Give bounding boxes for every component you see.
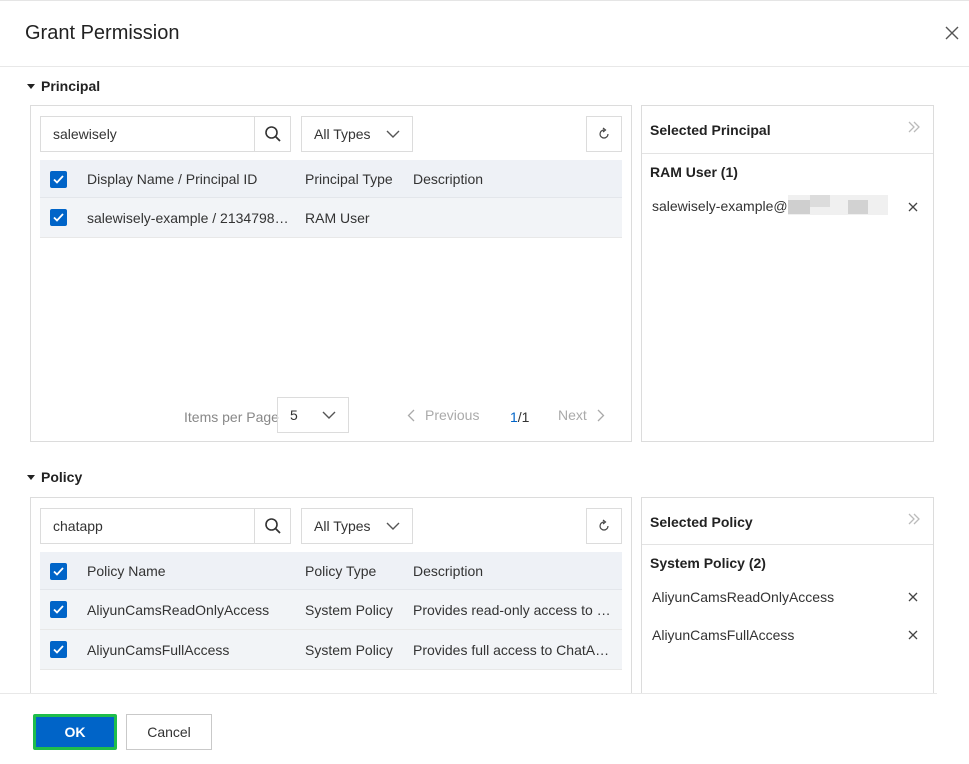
chevron-right-icon — [597, 409, 605, 421]
redacted-block — [810, 195, 830, 207]
row-checkbox[interactable] — [50, 209, 67, 226]
policy-name: AliyunCamsFullAccess — [87, 642, 230, 658]
selected-policy-group: System Policy (2) — [650, 555, 766, 571]
policy-section-toggle[interactable]: Policy — [27, 469, 82, 485]
refresh-icon — [599, 127, 609, 139]
selected-policy-title: Selected Policy — [650, 514, 753, 530]
cancel-button[interactable]: Cancel — [126, 714, 212, 750]
items-per-page-label: Items per Page — [184, 409, 279, 425]
principal-search: salewisely — [40, 116, 291, 152]
redacted-block — [788, 200, 810, 214]
policy-search: chatapp — [40, 508, 291, 544]
close-icon[interactable] — [940, 21, 964, 45]
table-row[interactable]: AliyunCamsFullAccess System Policy Provi… — [40, 630, 622, 670]
principal-type-value: All Types — [314, 126, 371, 142]
policy-section-title: Policy — [41, 469, 83, 485]
check-icon — [53, 645, 64, 654]
select-all-checkbox[interactable] — [50, 563, 67, 580]
dialog-footer: OK Cancel — [0, 693, 937, 764]
policy-type-select[interactable]: All Types — [301, 508, 413, 544]
policy-search-input[interactable]: chatapp — [41, 509, 254, 543]
policy-description: Provides read-only access to Ch… — [413, 602, 618, 618]
selected-principal-group: RAM User (1) — [650, 164, 738, 180]
column-header: Policy Name — [87, 563, 166, 579]
check-icon — [53, 213, 64, 222]
current-page: 1 — [510, 409, 518, 425]
principal-type-select[interactable]: All Types — [301, 116, 413, 152]
policy-search-button[interactable] — [254, 509, 290, 543]
double-chevron-right-icon[interactable] — [907, 120, 921, 134]
previous-label: Previous — [425, 407, 480, 423]
items-per-page-select[interactable]: 5 — [277, 397, 349, 433]
dialog-title: Grant Permission — [25, 22, 180, 44]
remove-icon[interactable] — [907, 629, 919, 641]
column-header: Description — [413, 563, 484, 579]
total-pages: /1 — [517, 409, 530, 425]
dialog-header: Grant Permission — [0, 1, 969, 67]
policy-type: System Policy — [305, 602, 393, 618]
selected-policy-item: AliyunCamsFullAccess — [652, 627, 795, 643]
selected-policy-header: Selected Policy — [642, 498, 933, 545]
column-header: Description — [413, 171, 484, 187]
selected-principal-panel: Selected Principal RAM User (1) salewise… — [641, 105, 934, 442]
principal-search-input[interactable]: salewisely — [41, 117, 254, 151]
caret-down-icon — [27, 474, 35, 480]
principal-list-panel: salewisely All Types Display Name / Prin… — [30, 105, 632, 442]
policy-description: Provides full access to ChatAPP … — [413, 642, 618, 658]
policy-type: System Policy — [305, 642, 393, 658]
check-icon — [53, 567, 64, 576]
remove-icon[interactable] — [907, 591, 919, 603]
selected-policy-item: AliyunCamsReadOnlyAccess — [652, 589, 835, 605]
column-header: Display Name / Principal ID — [87, 171, 258, 187]
policy-refresh-button[interactable] — [586, 508, 622, 544]
principal-refresh-button[interactable] — [586, 116, 622, 152]
page-indicator: 1/1 — [510, 409, 529, 425]
principal-search-button[interactable] — [254, 117, 290, 151]
grant-permission-dialog: Grant Permission Principal salewisely Al… — [0, 0, 969, 764]
table-row[interactable]: salewisely-example / 21347988… RAM User — [40, 198, 622, 238]
chevron-down-icon — [386, 130, 400, 138]
next-page-button[interactable]: Next — [558, 407, 605, 423]
next-label: Next — [558, 407, 587, 423]
principal-name: salewisely-example / 21347988… — [87, 210, 292, 226]
chevron-down-icon — [322, 411, 336, 419]
items-per-page-value: 5 — [290, 407, 298, 423]
row-checkbox[interactable] — [50, 601, 67, 618]
column-header: Policy Type — [305, 563, 377, 579]
table-row[interactable]: AliyunCamsReadOnlyAccess System Policy P… — [40, 590, 622, 630]
principal-section-toggle[interactable]: Principal — [27, 78, 100, 94]
principal-type: RAM User — [305, 210, 370, 226]
selected-principal-title: Selected Principal — [650, 122, 771, 138]
chevron-left-icon — [407, 409, 415, 421]
check-icon — [53, 605, 64, 614]
chevron-down-icon — [386, 522, 400, 530]
search-icon — [264, 518, 281, 534]
column-header: Principal Type — [305, 171, 393, 187]
select-all-checkbox[interactable] — [50, 171, 67, 188]
policy-table: Policy Name Policy Type Description Aliy… — [40, 552, 622, 670]
table-header-row: Policy Name Policy Type Description — [40, 552, 622, 590]
refresh-icon — [599, 519, 609, 531]
policy-type-value: All Types — [314, 518, 371, 534]
check-icon — [53, 175, 64, 184]
policy-list-panel: chatapp All Types Policy Name Policy Typ… — [30, 497, 632, 707]
policy-name: AliyunCamsReadOnlyAccess — [87, 602, 270, 618]
redacted-block — [848, 200, 868, 214]
row-checkbox[interactable] — [50, 641, 67, 658]
selected-principal-header: Selected Principal — [642, 106, 933, 154]
previous-page-button[interactable]: Previous — [407, 407, 479, 423]
remove-icon[interactable] — [907, 201, 919, 213]
principal-table: Display Name / Principal ID Principal Ty… — [40, 160, 622, 238]
selected-policy-panel: Selected Policy System Policy (2) Aliyun… — [641, 497, 934, 707]
table-header-row: Display Name / Principal ID Principal Ty… — [40, 160, 622, 198]
search-icon — [264, 126, 281, 142]
principal-section-title: Principal — [41, 78, 101, 94]
ok-button[interactable]: OK — [33, 714, 117, 750]
caret-down-icon — [27, 83, 35, 89]
selected-principal-item: salewisely-example@5 — [652, 198, 796, 214]
double-chevron-right-icon[interactable] — [907, 512, 921, 526]
